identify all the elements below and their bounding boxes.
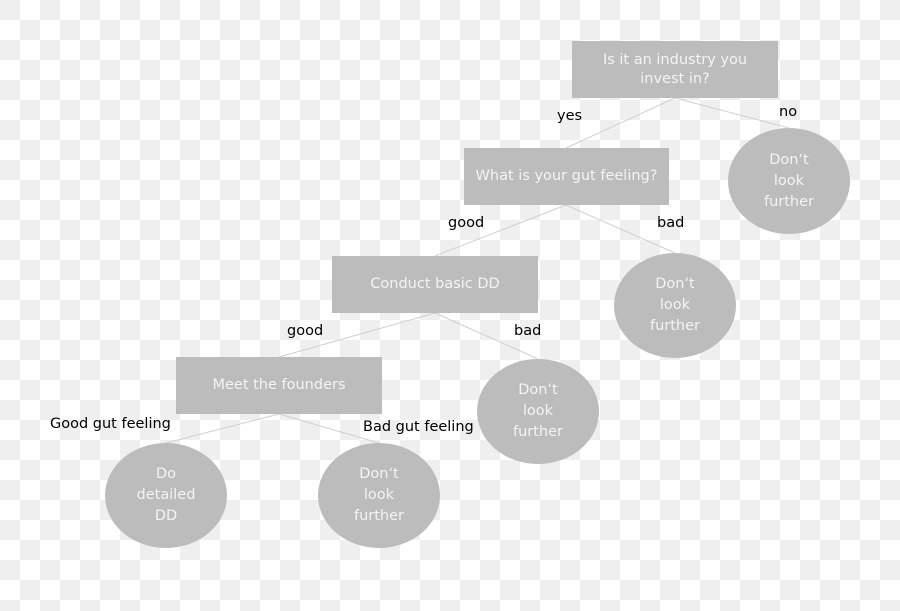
node-stop-founders: Don‘t look further (318, 443, 440, 548)
edge-label-gut-bad: bad (657, 215, 685, 231)
node-stop-gut: Don‘t look further (614, 253, 736, 358)
edge-label-no: no (779, 104, 798, 120)
node-gut-question: What is your gut feeling? (464, 148, 669, 205)
edge-label-founders-bad: Bad gut feeling (363, 419, 474, 435)
edge-label-dd-good: good (287, 323, 324, 339)
edge-founders-good (165, 413, 280, 444)
edge-label-gut-good: good (448, 215, 485, 231)
edge-industry-no (674, 97, 790, 129)
edge-label-dd-bad: bad (514, 323, 542, 339)
edge-label-yes: yes (557, 108, 583, 124)
node-industry-question: Is it an industry you invest in? (572, 41, 778, 98)
node-meet-founders: Meet the founders (176, 357, 382, 414)
node-detailed-dd: Do detailed DD (105, 443, 227, 548)
node-stop-dd: Don‘t look further (477, 359, 599, 464)
node-basic-dd: Conduct basic DD (332, 256, 538, 313)
edge-industry-yes (565, 97, 676, 149)
edge-label-founders-good: Good gut feeling (50, 416, 171, 432)
node-stop-industry: Don‘t look further (728, 128, 850, 234)
